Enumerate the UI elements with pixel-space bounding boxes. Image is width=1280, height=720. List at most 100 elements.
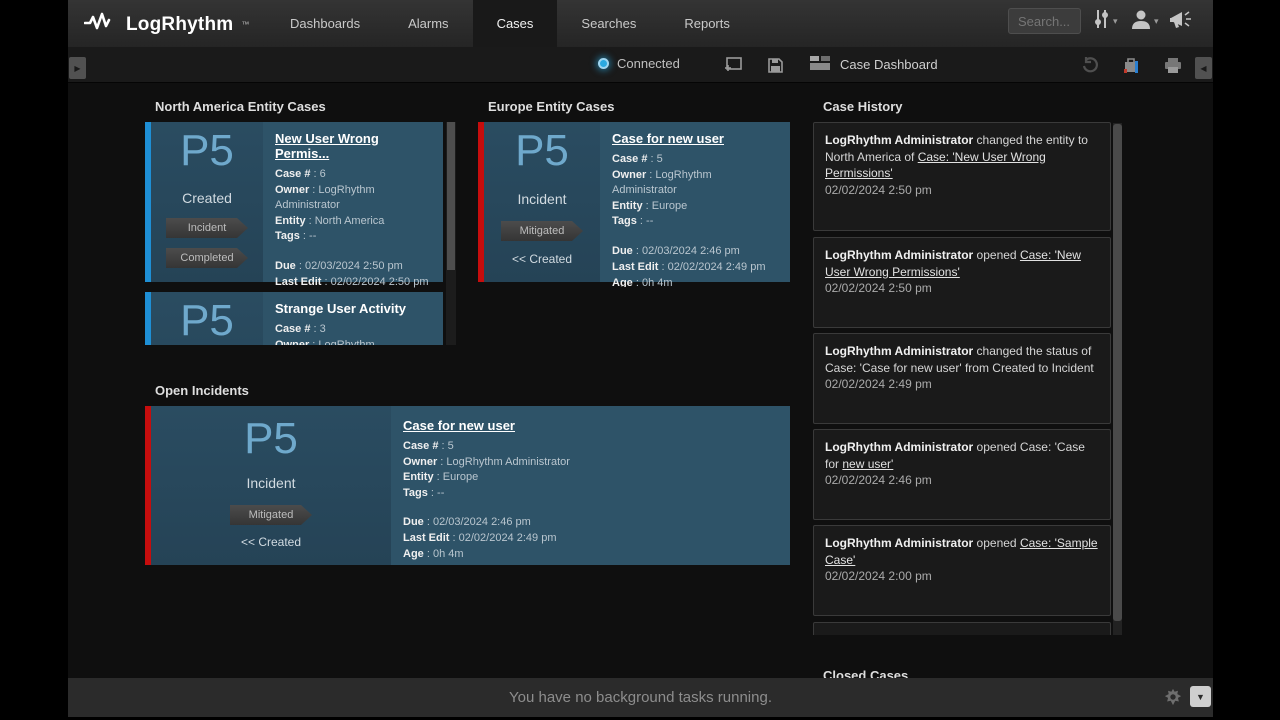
case-card-left: P5 Incident Mitigated << Created xyxy=(151,406,391,565)
history-entry: LogRhythm Administrator changed the enti… xyxy=(813,122,1111,231)
section-title-closed-cases: Closed Cases xyxy=(823,668,908,678)
history-timestamp: 02/02/2024 2:50 pm xyxy=(825,280,1099,297)
search-input[interactable] xyxy=(1008,8,1081,34)
history-entry: LogRhythm Administrator opened Case: 'Ne… xyxy=(813,237,1111,328)
case-due: Due02/03/2024 2:50 pm xyxy=(275,258,431,274)
back-to-created-link[interactable]: << Created xyxy=(151,535,391,549)
set-incident-button[interactable]: Incident xyxy=(166,218,248,238)
history-entry: LogRhythm Administrator opened Case: 'Ca… xyxy=(813,429,1111,520)
history-entry xyxy=(813,622,1111,635)
settings-gear-icon[interactable] xyxy=(1164,688,1182,710)
app-window: LogRhythm ™ Dashboards Alarms Cases Sear… xyxy=(68,0,1213,720)
case-card-body: Case for new user Case #5 OwnerLogRhythm… xyxy=(391,406,790,565)
case-number: Case #6 xyxy=(275,167,431,183)
case-last-edit: Last Edit02/02/2024 2:50 pm xyxy=(275,274,431,290)
case-owner: OwnerLogRhythm Administrator xyxy=(612,168,778,199)
case-card[interactable]: P5 Incident Mitigated << Created Case fo… xyxy=(145,406,790,565)
tab-searches[interactable]: Searches xyxy=(557,0,660,47)
collapse-inspector-button[interactable]: ◀ xyxy=(1195,57,1212,79)
back-to-created-link[interactable]: << Created xyxy=(484,252,600,266)
case-age: Age0h 4m xyxy=(612,275,778,287)
add-case-button[interactable] xyxy=(1121,55,1141,75)
europe-cards: P5 Incident Mitigated << Created Case fo… xyxy=(478,122,790,287)
case-number: Case #5 xyxy=(612,152,778,168)
case-card[interactable]: P5 Incident Mitigated << Created Case fo… xyxy=(478,122,790,282)
dashboard-selector[interactable]: Case Dashboard xyxy=(810,55,938,74)
collapse-statusbar-button[interactable]: ▼ xyxy=(1190,686,1211,707)
connection-status-label: Connected xyxy=(617,56,680,71)
case-title-link[interactable]: New User Wrong Permis... xyxy=(275,131,431,161)
scrollbar-thumb[interactable] xyxy=(447,122,455,270)
triangle-left-icon: ◀ xyxy=(1200,64,1206,73)
case-owner: OwnerLogRhythm Administrator xyxy=(275,183,431,214)
case-tags: Tags-- xyxy=(612,214,778,230)
case-history-scrollbar[interactable] xyxy=(1113,123,1122,635)
case-number: Case #5 xyxy=(403,439,778,455)
history-actor: LogRhythm Administrator xyxy=(825,536,973,550)
tab-reports[interactable]: Reports xyxy=(660,0,754,47)
history-entry: LogRhythm Administrator opened Case: 'Sa… xyxy=(813,525,1111,616)
add-widget-button[interactable] xyxy=(723,55,743,75)
dashboard-name: Case Dashboard xyxy=(840,57,938,72)
north-america-scrollbar[interactable] xyxy=(446,122,456,345)
case-entity: EntityEurope xyxy=(612,199,778,215)
north-america-cards: P5 Created Incident Completed New User W… xyxy=(145,122,456,345)
history-actor: LogRhythm Administrator xyxy=(825,344,973,358)
case-card-body: Case for new user Case #5 OwnerLogRhythm… xyxy=(600,122,790,282)
user-icon xyxy=(1131,8,1151,35)
undo-button[interactable] xyxy=(1080,55,1100,75)
case-entity: EntityEurope xyxy=(403,470,778,486)
screen: LogRhythm ™ Dashboards Alarms Cases Sear… xyxy=(0,0,1280,720)
case-last-edit: Last Edit02/02/2024 2:49 pm xyxy=(612,259,778,275)
save-dashboard-button[interactable] xyxy=(765,55,785,75)
print-button[interactable] xyxy=(1163,55,1183,75)
background-tasks-message: You have no background tasks running. xyxy=(509,689,772,706)
dashboard-content: North America Entity Cases P5 Created In… xyxy=(68,83,1213,678)
tab-alarms[interactable]: Alarms xyxy=(384,0,472,47)
case-status: Incident xyxy=(151,475,391,491)
case-tags: Tags-- xyxy=(275,229,431,245)
case-owner: OwnerLogRhythm Administrator xyxy=(275,338,431,345)
history-text: opened xyxy=(973,536,1020,550)
priority-label: P5 xyxy=(151,414,391,464)
set-mitigated-button[interactable]: Mitigated xyxy=(501,221,583,241)
case-card[interactable]: P5 Strange User Activity Case #3 OwnerLo… xyxy=(145,292,443,345)
trademark-mark: ™ xyxy=(241,20,249,29)
filter-sliders-menu[interactable]: ▾ xyxy=(1093,8,1118,35)
case-last-edit: Last Edit02/02/2024 2:49 pm xyxy=(403,530,778,546)
history-timestamp: 02/02/2024 2:00 pm xyxy=(825,568,1099,585)
chevron-down-icon: ▾ xyxy=(1154,16,1159,27)
case-due: Due02/03/2024 2:46 pm xyxy=(612,243,778,259)
case-title[interactable]: Strange User Activity xyxy=(275,301,431,316)
logo[interactable]: LogRhythm ™ xyxy=(84,10,249,39)
chevron-down-icon: ▾ xyxy=(1113,16,1118,27)
priority-label: P5 xyxy=(151,126,263,176)
open-incidents-cards: P5 Incident Mitigated << Created Case fo… xyxy=(145,406,790,568)
case-tags: Tags-- xyxy=(403,486,778,502)
history-timestamp: 02/02/2024 2:46 pm xyxy=(825,472,1099,489)
case-card[interactable]: P5 Created Incident Completed New User W… xyxy=(145,122,443,282)
priority-label: P5 xyxy=(151,296,263,345)
scrollbar-thumb[interactable] xyxy=(1113,124,1122,621)
expand-current-case-button[interactable]: ▶ xyxy=(69,57,86,79)
set-mitigated-button[interactable]: Mitigated xyxy=(230,505,312,525)
history-text: opened xyxy=(973,248,1020,262)
announcements-button[interactable] xyxy=(1168,8,1194,37)
case-title-link[interactable]: Case for new user xyxy=(403,418,778,433)
case-title-link[interactable]: Case for new user xyxy=(612,131,778,146)
section-title-north-america: North America Entity Cases xyxy=(155,99,326,114)
section-title-europe: Europe Entity Cases xyxy=(488,99,614,114)
sliders-icon xyxy=(1093,8,1110,35)
case-status: Created xyxy=(151,190,263,206)
case-card-body: Strange User Activity Case #3 OwnerLogRh… xyxy=(263,292,443,345)
history-actor: LogRhythm Administrator xyxy=(825,440,973,454)
tab-dashboards[interactable]: Dashboards xyxy=(266,0,384,47)
set-completed-button[interactable]: Completed xyxy=(166,248,248,268)
section-title-open-incidents: Open Incidents xyxy=(155,383,249,398)
tab-cases[interactable]: Cases xyxy=(473,0,558,47)
history-case-link[interactable]: new user' xyxy=(842,457,893,471)
dashboard-toolbar: Connected Case Dashboard xyxy=(68,47,1213,83)
brand-name: LogRhythm xyxy=(126,14,233,36)
connected-dot-icon xyxy=(598,58,609,69)
user-menu[interactable]: ▾ xyxy=(1131,8,1159,35)
